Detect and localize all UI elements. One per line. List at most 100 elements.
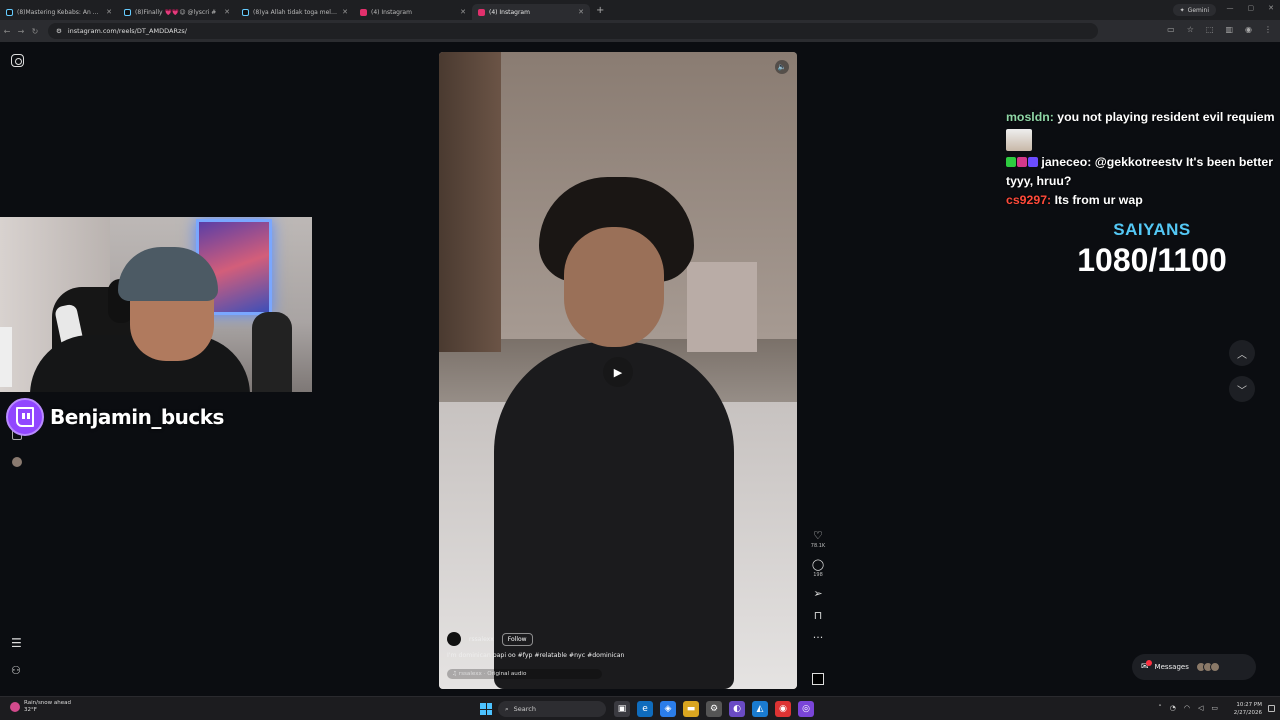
sub-badge-icon: [1017, 157, 1027, 167]
close-icon[interactable]: ✕: [224, 8, 230, 16]
reload-icon[interactable]: ↻: [28, 27, 42, 36]
file-explorer-icon[interactable]: ▬: [683, 701, 699, 717]
cast-icon[interactable]: ▭: [1167, 25, 1175, 34]
profile-avatar[interactable]: [12, 457, 22, 467]
copilot-icon[interactable]: ◈: [660, 701, 676, 717]
chat-text: you not playing resident evil requiem: [1057, 110, 1275, 124]
browser-tab-bar: (8)Mastering Kebabs: An Old M ✕ (8)Final…: [0, 0, 1280, 20]
taskbar-clock[interactable]: 10:27 PM 2/27/2026: [1234, 701, 1262, 717]
chevron-down-icon: ﹀: [1237, 385, 1247, 397]
more-action[interactable]: ···: [813, 632, 824, 644]
message-avatars: [1195, 662, 1220, 672]
back-icon[interactable]: ←: [0, 27, 14, 36]
audio-label: rssalexx · Original audio: [458, 671, 527, 677]
tab-1[interactable]: (8)Mastering Kebabs: An Old M ✕: [0, 4, 118, 20]
close-icon[interactable]: ✕: [578, 8, 584, 16]
tab-2[interactable]: (8)Finally 💗💗😉 @lyscri # ✕: [118, 4, 236, 20]
gemini-label: Gemini: [1187, 6, 1209, 14]
menu-icon[interactable]: ☰: [11, 636, 22, 650]
network-icon[interactable]: ◔: [1170, 704, 1176, 712]
chat-text: Its from ur wap: [1054, 193, 1143, 207]
maximize-icon[interactable]: ▢: [1248, 4, 1255, 12]
chat-message: cs9297: Its from ur wap: [1006, 193, 1143, 207]
sidepanel-icon[interactable]: ▥: [1225, 25, 1233, 34]
wifi-icon[interactable]: ◠: [1184, 704, 1190, 712]
reel-audio[interactable]: ♫ rssalexx · Original audio: [447, 669, 602, 679]
close-icon[interactable]: ✕: [342, 8, 348, 16]
share-action[interactable]: ➢: [813, 588, 822, 600]
gemini-button[interactable]: ✦ Gemini: [1172, 4, 1216, 16]
tab-3[interactable]: (8)ya Allah tidak toga melihat ✕: [236, 4, 354, 20]
video-building: [439, 52, 501, 352]
chrome-icon[interactable]: ◉: [775, 701, 791, 717]
obs-icon[interactable]: ◎: [798, 701, 814, 717]
minimize-icon[interactable]: —: [1227, 4, 1234, 12]
threads-icon[interactable]: ⚇: [11, 664, 21, 677]
close-icon[interactable]: ✕: [460, 8, 466, 16]
weather-widget[interactable]: Rain/snow ahead 32°F: [10, 700, 71, 714]
more-icon[interactable]: ⋮: [1264, 25, 1272, 34]
tiktok-icon: [6, 8, 13, 16]
messages-button[interactable]: ✉ Messages: [1132, 654, 1256, 680]
sparkle-icon: ✦: [1179, 6, 1185, 14]
chat-username: janeceo: [1041, 155, 1088, 169]
system-tray: ˄ ◔ ◠ ◁ ▭: [1158, 704, 1218, 712]
save-action[interactable]: ⊓: [814, 610, 823, 622]
streamer-tag: Benjamin_bucks: [6, 398, 224, 436]
volume-icon[interactable]: 🔈: [775, 60, 789, 74]
volume-icon[interactable]: ◁: [1198, 704, 1203, 712]
bits-badge-icon: [1028, 157, 1038, 167]
battery-icon[interactable]: ▭: [1211, 704, 1218, 712]
follow-button[interactable]: Follow: [501, 632, 533, 646]
reel-meta: rssalexx Follow I'm dominican papi oo #f…: [447, 632, 687, 679]
sub-goal-overlay: SAIYANS 1080/1100: [1040, 220, 1264, 278]
goal-count: 1080/1100: [1077, 242, 1227, 278]
edge-icon[interactable]: e: [637, 701, 653, 717]
author-avatar[interactable]: [447, 632, 461, 646]
windows-start-icon[interactable]: [480, 703, 492, 715]
tab-5-active[interactable]: (4) Instagram ✕: [472, 4, 590, 20]
profile-icon[interactable]: ◉: [1245, 25, 1252, 34]
close-window-icon[interactable]: ✕: [1268, 4, 1274, 12]
app-icon[interactable]: ◐: [729, 701, 745, 717]
close-icon[interactable]: ✕: [106, 8, 112, 16]
chat-overlay: mosldn: you not playing resident evil re…: [1006, 108, 1280, 210]
steam-icon[interactable]: ◭: [752, 701, 768, 717]
tab-label: (4) Instagram: [489, 8, 530, 16]
like-action[interactable]: ♡ 78.1K: [811, 530, 825, 550]
new-tab-button[interactable]: +: [596, 5, 604, 16]
comment-action[interactable]: ◯ 198: [811, 558, 825, 579]
taskbar-search[interactable]: ⌕ Search: [498, 701, 606, 717]
reel-actions: ♡ 78.1K ◯ 198 ➢ ⊓ ···: [808, 530, 828, 654]
chat-message: [1006, 127, 1280, 153]
play-icon[interactable]: ▶: [603, 357, 633, 387]
chat-badges: [1006, 157, 1038, 167]
messenger-icon: ✉: [1141, 660, 1151, 672]
url-field[interactable]: ⚙ instagram.com/reels/DT_AMDDARzs/: [48, 23, 1098, 39]
webcam-microphone: [252, 312, 292, 392]
settings-icon[interactable]: ⚙: [706, 701, 722, 717]
bookmark-icon: ⊓: [813, 609, 823, 622]
reel-navigation: ︿ ﹀: [1229, 340, 1255, 412]
author-name[interactable]: rssalexx: [469, 636, 494, 643]
next-reel-button[interactable]: ﹀: [1229, 376, 1255, 402]
notification-icon[interactable]: [1268, 705, 1275, 712]
instagram-logo-icon[interactable]: [11, 54, 24, 67]
windows-taskbar: Rain/snow ahead 32°F ⌕ Search ▣ e ◈ ▬ ⚙ …: [0, 696, 1280, 720]
star-icon[interactable]: ☆: [1187, 25, 1194, 34]
video-building: [687, 262, 757, 352]
chevron-up-icon[interactable]: ˄: [1158, 704, 1162, 712]
forward-icon[interactable]: →: [14, 27, 28, 36]
task-view-icon[interactable]: ▣: [614, 701, 630, 717]
comment-icon: ◯: [811, 558, 825, 571]
reel-video[interactable]: 🔈 ▶ rssalexx Follow I'm dominican papi o…: [439, 52, 797, 689]
audio-thumbnail[interactable]: [812, 673, 824, 685]
previous-reel-button[interactable]: ︿: [1229, 340, 1255, 366]
webcam-lamp: [0, 327, 12, 387]
video-face: [564, 227, 664, 347]
tab-label: (8)Mastering Kebabs: An Old M: [17, 8, 103, 16]
comment-count: 198: [813, 572, 823, 578]
extensions-icon[interactable]: ⬚: [1206, 25, 1214, 34]
tab-4[interactable]: (4) Instagram ✕: [354, 4, 472, 20]
site-info-icon[interactable]: ⚙: [56, 27, 62, 35]
